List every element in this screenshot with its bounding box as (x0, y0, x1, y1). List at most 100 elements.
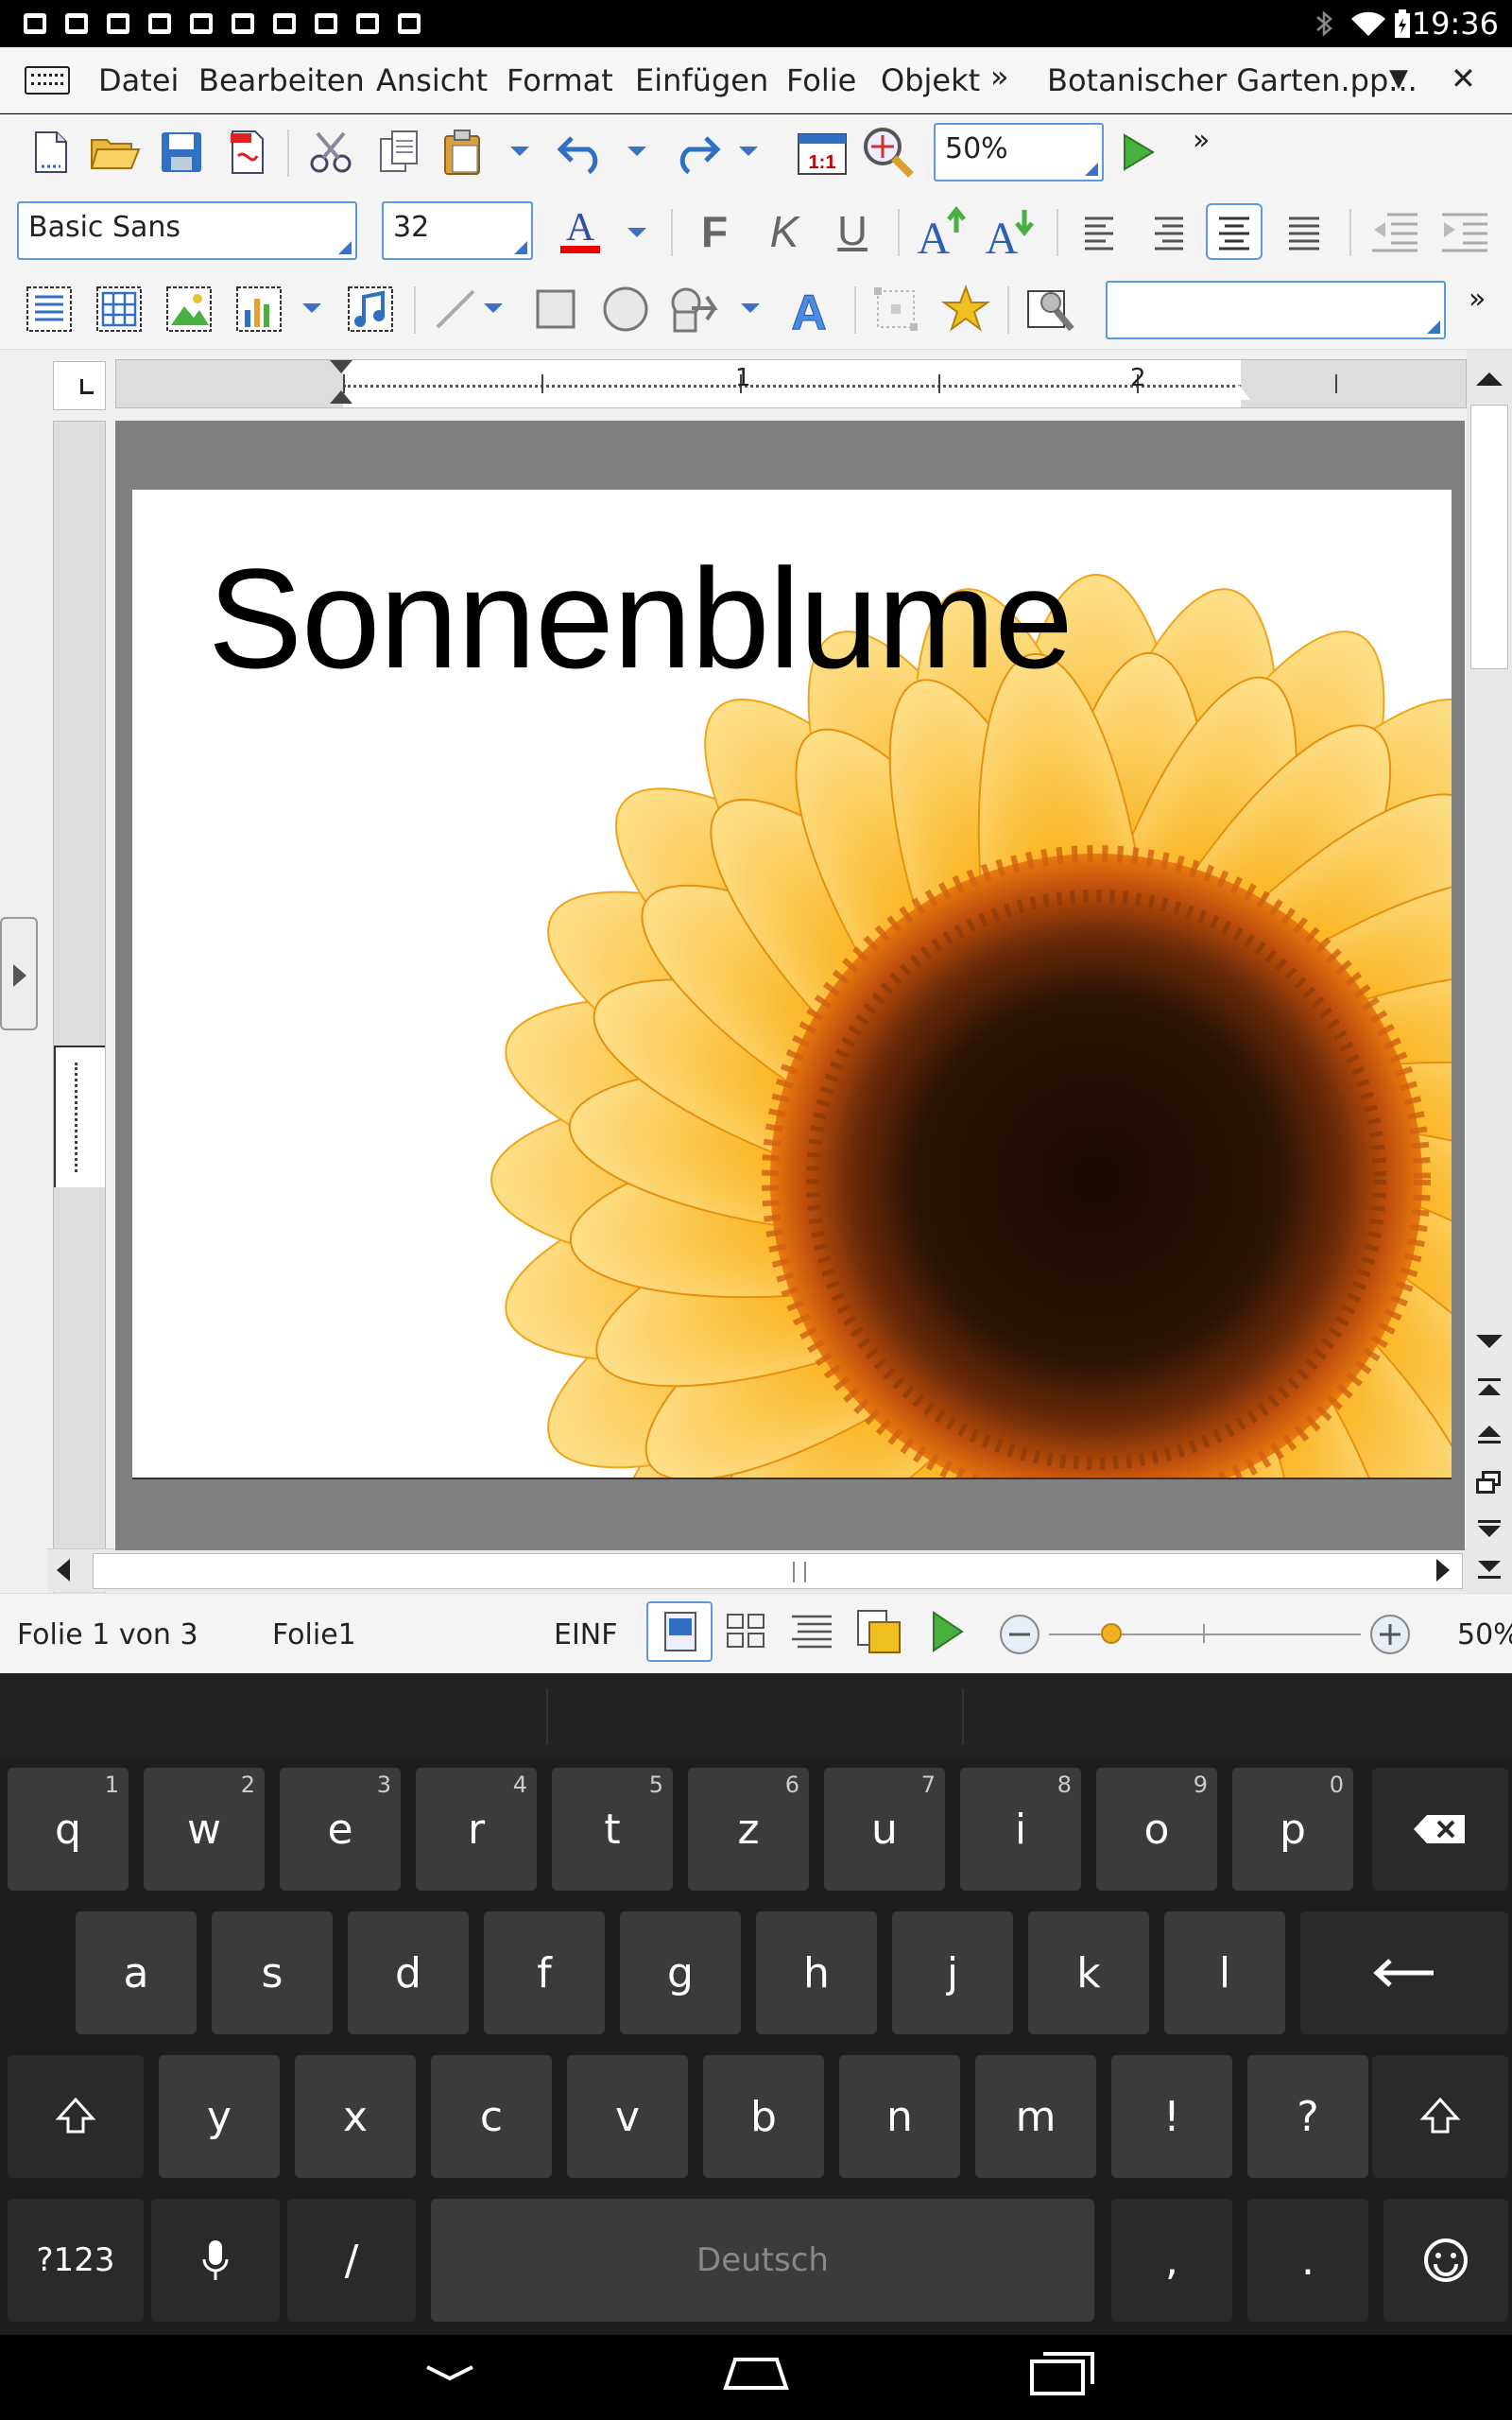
open-button[interactable] (87, 124, 144, 181)
key-k[interactable]: k (1028, 1911, 1149, 2034)
vertical-ruler[interactable] (53, 421, 106, 1632)
key-s[interactable]: s (212, 1911, 333, 2034)
key-j[interactable]: j (892, 1911, 1013, 2034)
home-button[interactable] (722, 2352, 790, 2394)
next-slide-button[interactable] (1472, 1512, 1506, 1550)
zoom-out-button[interactable] (998, 1613, 1041, 1656)
key-exclamation[interactable]: ! (1111, 2055, 1232, 2178)
cut-button[interactable] (302, 124, 359, 181)
key-d[interactable]: d (348, 1911, 469, 2034)
zoom-combobox[interactable]: 50% (934, 123, 1104, 182)
new-document-button[interactable] (23, 124, 79, 181)
last-slide-button[interactable] (1472, 1555, 1506, 1593)
menu-folie[interactable]: Folie (786, 62, 856, 98)
insert-chart-button[interactable] (231, 281, 287, 337)
key-e[interactable]: e3 (280, 1768, 401, 1891)
scroll-thumb[interactable] (1470, 405, 1508, 669)
font-size-combobox[interactable]: 32 (382, 201, 533, 260)
key-t[interactable]: t5 (552, 1768, 673, 1891)
back-button[interactable] (421, 2352, 478, 2390)
vertical-scrollbar[interactable] (1467, 350, 1512, 1593)
chart-dropdown-button[interactable] (302, 303, 321, 313)
outline-view-button[interactable] (784, 1603, 841, 1660)
customize-toolbar-button[interactable] (1022, 281, 1079, 337)
key-b[interactable]: b (703, 2055, 824, 2178)
line-button[interactable] (427, 281, 484, 337)
redo-dropdown-button[interactable] (739, 147, 758, 156)
scroll-up-button[interactable] (1472, 361, 1506, 399)
key-n[interactable]: n (839, 2055, 960, 2178)
shift-left-key[interactable] (8, 2055, 144, 2178)
slide-sorter-button[interactable] (718, 1603, 775, 1660)
effects-button[interactable] (937, 281, 994, 337)
menu-bearbeiten[interactable]: Bearbeiten (198, 62, 365, 98)
zoom-percentage[interactable]: 50% (1457, 1618, 1512, 1651)
right-indent-marker[interactable] (1228, 385, 1250, 400)
shrink-font-button[interactable]: A (981, 203, 1038, 260)
toolbar3-more-button[interactable]: » (1469, 283, 1486, 316)
basic-shapes-button[interactable] (667, 281, 724, 337)
scroll-down-button[interactable] (1472, 1323, 1506, 1361)
slide[interactable]: Sonnenblume (132, 490, 1452, 1479)
key-i[interactable]: i8 (960, 1768, 1081, 1891)
key-v[interactable]: v (567, 2055, 688, 2178)
grow-font-button[interactable]: A (913, 203, 970, 260)
save-button[interactable] (153, 124, 210, 181)
key-u[interactable]: u7 (824, 1768, 945, 1891)
zoom-slider-knob[interactable] (1101, 1623, 1122, 1644)
key-a[interactable]: a (76, 1911, 197, 2034)
points-button[interactable] (868, 281, 924, 337)
insert-table-button[interactable] (91, 281, 147, 337)
menu-objekt[interactable]: Objekt (881, 62, 980, 98)
decrease-indent-button[interactable] (1366, 203, 1423, 260)
key-z[interactable]: z6 (688, 1768, 809, 1891)
menu-format[interactable]: Format (507, 62, 613, 98)
notes-view-button[interactable] (850, 1603, 907, 1660)
start-presentation-button[interactable] (1109, 124, 1166, 181)
title-dropdown-button[interactable]: ▼ (1389, 64, 1408, 93)
space-key[interactable]: Deutsch (431, 2199, 1094, 2322)
horizontal-scroll-thumb[interactable] (93, 1553, 1463, 1589)
zoom-slider[interactable] (1049, 1623, 1361, 1644)
key-q[interactable]: q1 (8, 1768, 129, 1891)
justify-button[interactable] (1276, 203, 1332, 260)
key-g[interactable]: g (620, 1911, 741, 2034)
horizontal-ruler[interactable]: 1 2 (115, 359, 1467, 408)
shapes-dropdown-button[interactable] (741, 303, 760, 313)
key-question[interactable]: ? (1247, 2055, 1368, 2178)
key-x[interactable]: x (295, 2055, 416, 2178)
key-l[interactable]: l (1164, 1911, 1285, 2034)
symbols-key[interactable]: ?123 (8, 2199, 144, 2322)
bold-button[interactable]: F (686, 203, 743, 260)
enter-key[interactable] (1300, 1911, 1508, 2034)
increase-indent-button[interactable] (1436, 203, 1493, 260)
slide-pane-toggle[interactable] (0, 917, 38, 1030)
first-slide-button[interactable] (1472, 1371, 1506, 1409)
recents-button[interactable] (1028, 2348, 1096, 2397)
shift-right-key[interactable] (1372, 2055, 1508, 2178)
slash-key[interactable]: / (287, 2199, 416, 2322)
rectangle-button[interactable] (527, 281, 584, 337)
period-key[interactable]: . (1247, 2199, 1368, 2322)
align-center-button[interactable] (1206, 203, 1263, 260)
menu-more-button[interactable]: » (990, 59, 1009, 95)
ruler-corner[interactable] (53, 361, 106, 410)
undo-button[interactable] (554, 124, 610, 181)
insert-mode[interactable]: EINF (554, 1618, 618, 1651)
italic-button[interactable]: K (756, 203, 813, 260)
menu-datei[interactable]: Datei (98, 62, 179, 98)
style-combobox[interactable] (1106, 281, 1446, 339)
key-m[interactable]: m (975, 2055, 1096, 2178)
font-color-button[interactable]: A (552, 203, 609, 260)
statusbar-play-button[interactable] (919, 1603, 975, 1660)
close-document-button[interactable]: ✕ (1451, 60, 1476, 96)
key-p[interactable]: p0 (1232, 1768, 1353, 1891)
key-c[interactable]: c (431, 2055, 552, 2178)
key-o[interactable]: o9 (1096, 1768, 1217, 1891)
key-r[interactable]: r4 (416, 1768, 537, 1891)
font-name-combobox[interactable]: Basic Sans (17, 201, 357, 260)
font-color-dropdown-button[interactable] (627, 228, 646, 237)
first-line-indent-marker[interactable] (330, 360, 352, 373)
emoji-key[interactable] (1383, 2199, 1508, 2322)
underline-button[interactable]: U (824, 203, 881, 260)
